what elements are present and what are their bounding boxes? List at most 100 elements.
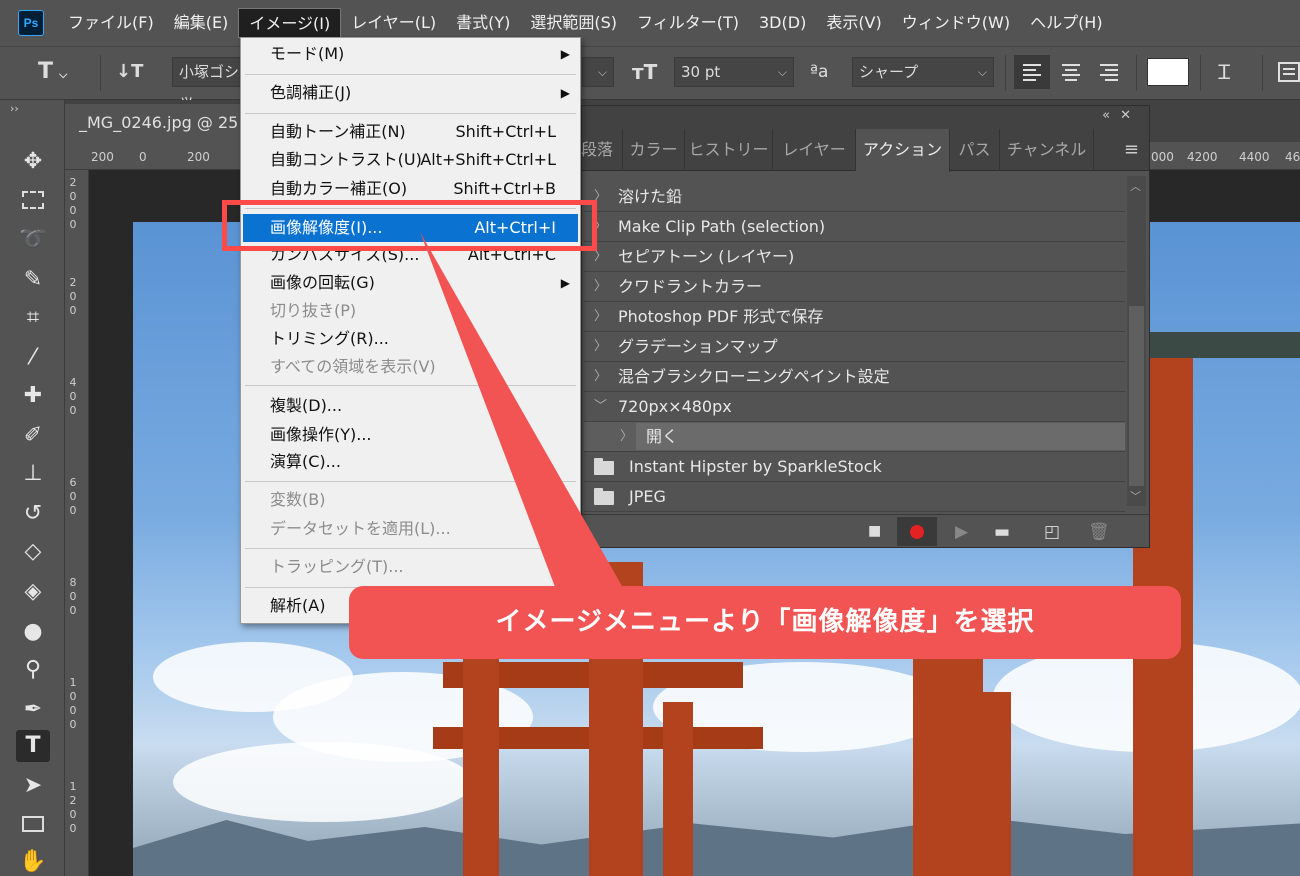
- type-tool-preset-icon[interactable]: T ⌵: [38, 57, 67, 87]
- marquee-tool-icon[interactable]: [16, 184, 50, 216]
- history-brush-tool-icon[interactable]: ↺: [16, 498, 50, 530]
- menu-edit[interactable]: 編集(E): [164, 8, 239, 38]
- font-style-dropdown[interactable]: ⌵: [582, 57, 614, 87]
- eraser-tool-icon[interactable]: ◇: [16, 536, 50, 568]
- panel-collapse-close-icon[interactable]: «✕: [1102, 108, 1141, 123]
- menu-item-trim[interactable]: トリミング(R)...: [241, 325, 580, 353]
- menu-item-adjustments[interactable]: 色調補正(J) ▶: [241, 79, 580, 107]
- tab-layers[interactable]: レイヤー: [773, 129, 856, 171]
- scrollbar-thumb[interactable]: [1129, 306, 1144, 486]
- menu-item-auto-tone[interactable]: 自動トーン補正(N) Shift+Ctrl+L: [241, 118, 580, 146]
- crop-tool-icon[interactable]: ⌗: [16, 302, 50, 334]
- menu-3d[interactable]: 3D(D): [749, 8, 816, 38]
- action-row[interactable]: 〉セピアトーン (レイヤー): [584, 242, 1125, 272]
- pen-tool-icon[interactable]: ✒: [16, 694, 50, 726]
- action-step-row[interactable]: 〉開く: [584, 422, 1125, 452]
- blur-tool-icon[interactable]: ●: [16, 616, 50, 648]
- clone-stamp-tool-icon[interactable]: ⊥: [16, 458, 50, 490]
- action-set-row[interactable]: Instant Hipster by SparkleStock: [584, 452, 1125, 482]
- action-label: 開く: [646, 427, 679, 446]
- menu-item-auto-contrast[interactable]: 自動コントラスト(U) Alt+Shift+Ctrl+L: [241, 146, 580, 174]
- menu-filter[interactable]: フィルター(T): [627, 8, 749, 38]
- ruler-label-v: 800: [68, 576, 78, 618]
- rectangle-tool-icon[interactable]: [16, 808, 50, 840]
- menu-file[interactable]: ファイル(F): [58, 8, 164, 38]
- move-tool-icon[interactable]: ✥: [16, 146, 50, 178]
- action-row[interactable]: 〉溶けた鉛: [584, 182, 1125, 212]
- action-row[interactable]: 〉 Make Clip Path (selection): [584, 212, 1125, 242]
- menu-type[interactable]: 書式(Y): [446, 8, 520, 38]
- healing-brush-tool-icon[interactable]: ✚: [16, 380, 50, 412]
- scroll-down-icon[interactable]: ﹀: [1130, 488, 1141, 504]
- chevron-down-icon: ⌵: [777, 65, 787, 79]
- text-orientation-icon[interactable]: ↓T: [116, 57, 143, 87]
- menu-item-apply-image[interactable]: 画像操作(Y)...: [241, 421, 580, 449]
- character-panel-button[interactable]: [1276, 57, 1300, 87]
- action-label: グラデーションマップ: [618, 337, 778, 356]
- align-center-button[interactable]: [1054, 57, 1088, 87]
- menu-layer[interactable]: レイヤー(L): [341, 8, 446, 38]
- panel-scrollbar[interactable]: ︿ ﹀: [1127, 176, 1146, 506]
- menu-item-label: トリミング(R)...: [270, 329, 389, 348]
- action-row[interactable]: 〉クワドラントカラー: [584, 272, 1125, 302]
- menu-item-auto-color[interactable]: 自動カラー補正(O) Shift+Ctrl+B: [241, 175, 580, 203]
- menu-item-label: 画像の回転(G): [270, 273, 375, 292]
- action-row[interactable]: 〉 Photoshop PDF 形式で保存: [584, 302, 1125, 332]
- trash-icon[interactable]: 🗑: [1088, 522, 1110, 542]
- ruler-label: 200: [187, 150, 210, 164]
- chevron-right-icon: 〉: [594, 309, 608, 324]
- tab-history[interactable]: ヒストリー: [685, 129, 773, 171]
- collapse-toolbar-icon[interactable]: ››: [10, 102, 19, 115]
- torii-pillar: [663, 702, 693, 876]
- action-set-row[interactable]: JPEG: [584, 482, 1125, 512]
- ruler-label: 4400: [1239, 150, 1270, 164]
- tab-channels[interactable]: チャンネル: [1000, 129, 1094, 171]
- action-label: Photoshop PDF 形式で保存: [618, 307, 824, 326]
- eyedropper-tool-icon[interactable]: ⁄: [16, 342, 50, 374]
- warp-text-icon[interactable]: Ꮖ: [1218, 57, 1231, 87]
- anti-alias-field[interactable]: シャープ ⌵: [852, 57, 994, 87]
- menu-help[interactable]: ヘルプ(H): [1020, 8, 1113, 38]
- paint-bucket-tool-icon[interactable]: ◈: [16, 576, 50, 608]
- ruler-label-v: 400: [68, 376, 78, 418]
- align-center-icon: [1062, 64, 1080, 81]
- action-row[interactable]: 〉混合ブラシクローニングペイント設定: [584, 362, 1125, 392]
- document-tab[interactable]: _MG_0246.jpg @ 25: [65, 104, 265, 142]
- menu-window[interactable]: ウィンドウ(W): [892, 8, 1020, 38]
- menu-item-calculations[interactable]: 演算(C)...: [241, 448, 580, 476]
- new-action-icon[interactable]: ◰: [1044, 522, 1060, 542]
- font-family-field[interactable]: 小塚ゴシッ: [172, 57, 242, 109]
- menu-view[interactable]: 表示(V): [816, 8, 891, 38]
- ruler-digit: 0: [69, 704, 77, 717]
- action-row-expanded[interactable]: ﹀ 720px×480px: [584, 392, 1125, 422]
- menu-image[interactable]: イメージ(I): [238, 8, 342, 38]
- tab-color[interactable]: カラー: [623, 129, 685, 171]
- hand-tool-icon[interactable]: ✋: [16, 846, 50, 876]
- quick-selection-tool-icon[interactable]: ✎: [16, 264, 50, 296]
- menu-item-duplicate[interactable]: 複製(D)...: [241, 392, 580, 420]
- record-button[interactable]: [897, 517, 937, 546]
- ruler-digit: 1: [69, 780, 77, 793]
- panel-menu-icon[interactable]: ≡: [1124, 139, 1139, 160]
- path-selection-tool-icon[interactable]: ➤: [16, 770, 50, 802]
- menu-select[interactable]: 選択範囲(S): [520, 8, 627, 38]
- play-icon[interactable]: ▶: [955, 522, 968, 542]
- text-color-swatch[interactable]: [1147, 58, 1189, 86]
- dodge-tool-icon[interactable]: ⚲: [16, 654, 50, 686]
- tab-actions[interactable]: アクション: [856, 129, 950, 172]
- align-right-button[interactable]: [1092, 57, 1126, 87]
- action-row[interactable]: 〉グラデーションマップ: [584, 332, 1125, 362]
- lasso-tool-icon[interactable]: ➰: [16, 224, 50, 256]
- new-set-folder-icon[interactable]: ▬: [994, 522, 1010, 542]
- menu-item-mode[interactable]: モード(M) ▶: [241, 40, 580, 68]
- type-tool-icon[interactable]: T: [16, 730, 50, 762]
- stop-icon[interactable]: ■: [868, 523, 881, 539]
- font-size-field[interactable]: 30 pt ⌵: [674, 57, 794, 87]
- scroll-up-icon[interactable]: ︿: [1130, 178, 1141, 194]
- align-left-button[interactable]: [1014, 55, 1050, 89]
- tab-paths[interactable]: パス: [950, 129, 1000, 171]
- folder-icon: [594, 488, 614, 505]
- font-size-icon: ᴛT: [632, 60, 658, 84]
- brush-tool-icon[interactable]: ✐: [16, 420, 50, 452]
- menu-item-image-rotation[interactable]: 画像の回転(G) ▶: [241, 269, 580, 297]
